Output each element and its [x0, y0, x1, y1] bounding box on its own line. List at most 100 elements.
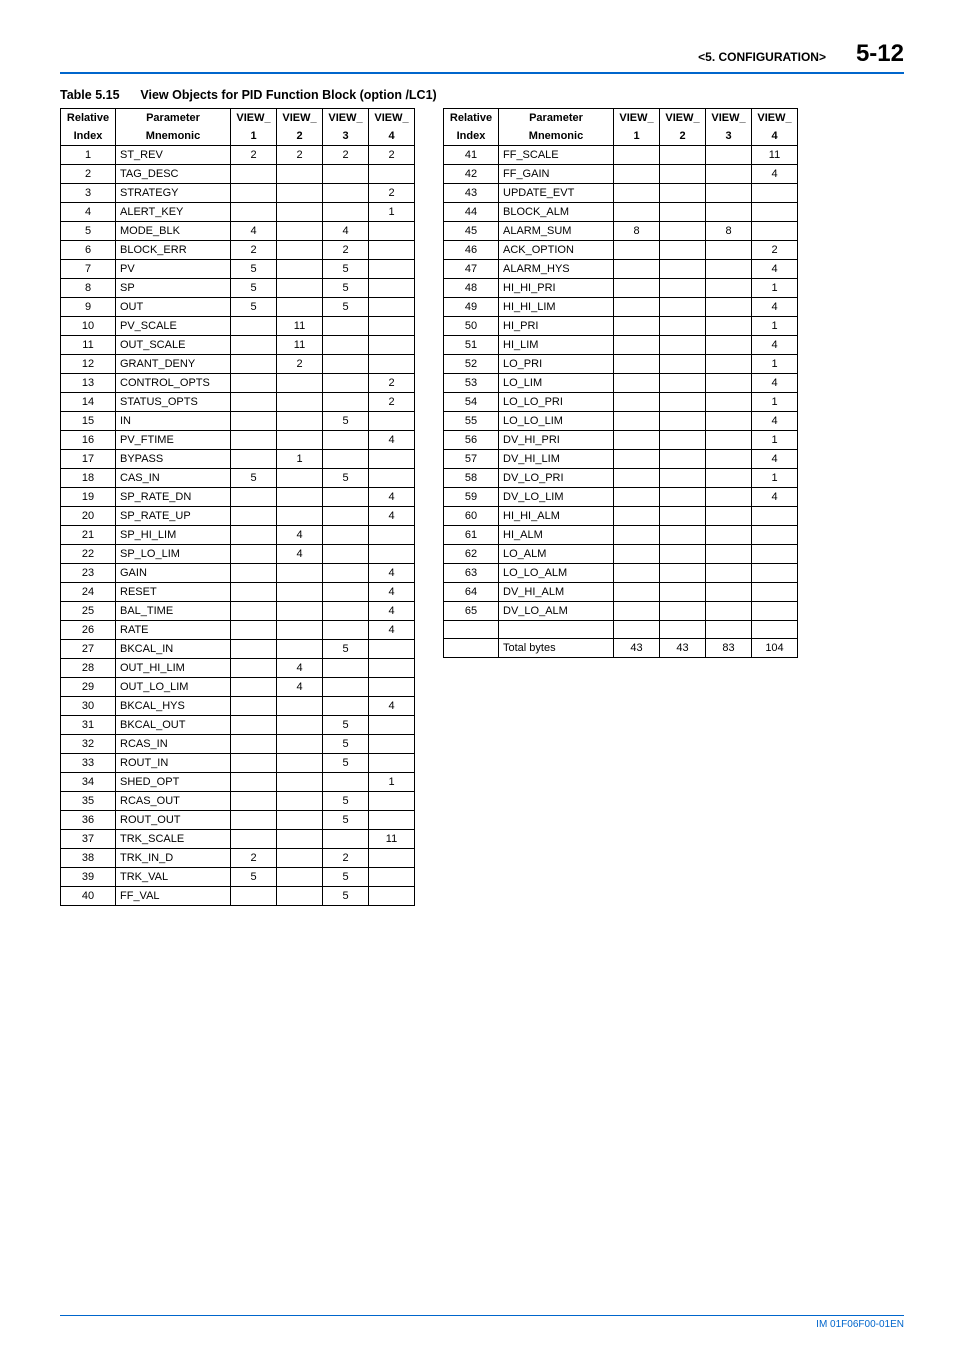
table-row: 48HI_HI_PRI1	[444, 279, 798, 298]
cell-relative-index: 4	[61, 203, 116, 222]
cell-relative-index: 9	[61, 298, 116, 317]
cell-view-3	[323, 488, 369, 507]
table-row: 39TRK_VAL55	[61, 868, 415, 887]
table-row: 50HI_PRI1	[444, 317, 798, 336]
cell-view-1	[614, 488, 660, 507]
cell-view-1	[614, 469, 660, 488]
cell-view-3	[323, 336, 369, 355]
cell-view-2	[660, 526, 706, 545]
cell-view-1	[231, 526, 277, 545]
cell-view-4: 1	[752, 469, 798, 488]
cell-relative-index: 47	[444, 260, 499, 279]
cell-view-4	[369, 469, 415, 488]
cell-view-3	[323, 184, 369, 203]
cell-parameter-mnemonic: ALARM_SUM	[499, 222, 614, 241]
cell-view-1	[231, 545, 277, 564]
cell-view-4	[752, 602, 798, 621]
cell-view-3: 5	[323, 469, 369, 488]
cell-view-3	[323, 431, 369, 450]
cell-parameter-mnemonic: HI_ALM	[499, 526, 614, 545]
cell-view-1	[231, 811, 277, 830]
cell-view-1	[614, 564, 660, 583]
cell-view-4: 4	[369, 583, 415, 602]
cell-view-1	[614, 184, 660, 203]
cell-view-4	[369, 678, 415, 697]
cell-view-1	[231, 374, 277, 393]
cell-view-3: 2	[323, 146, 369, 165]
cell-view-2	[277, 868, 323, 887]
cell-relative-index: 15	[61, 412, 116, 431]
cell-view-1	[614, 412, 660, 431]
cell-parameter-mnemonic: ROUT_OUT	[116, 811, 231, 830]
cell-view-1	[231, 887, 277, 906]
cell-relative-index: 16	[61, 431, 116, 450]
cell-parameter-mnemonic: UPDATE_EVT	[499, 184, 614, 203]
cell-parameter-mnemonic: ALERT_KEY	[116, 203, 231, 222]
cell-parameter-mnemonic: OUT_SCALE	[116, 336, 231, 355]
cell-parameter-mnemonic: HI_LIM	[499, 336, 614, 355]
cell-view-1	[614, 317, 660, 336]
col-parameter-mnemonic: Mnemonic	[116, 127, 231, 146]
cell-relative-index: 26	[61, 621, 116, 640]
cell-relative-index: 62	[444, 545, 499, 564]
cell-view-1	[614, 526, 660, 545]
table-row: 7PV55	[61, 260, 415, 279]
cell-relative-index: 38	[61, 849, 116, 868]
cell-view-2	[277, 716, 323, 735]
cell-view-2	[277, 412, 323, 431]
cell-parameter-mnemonic: RCAS_IN	[116, 735, 231, 754]
cell-view-4	[369, 336, 415, 355]
cell-view-2: 2	[277, 355, 323, 374]
cell-relative-index: 63	[444, 564, 499, 583]
cell-relative-index: 41	[444, 146, 499, 165]
col-relative-index: Relative	[61, 109, 116, 128]
cell-view-4	[752, 222, 798, 241]
cell-view-1	[614, 393, 660, 412]
table-row: 14STATUS_OPTS2	[61, 393, 415, 412]
cell-view-2	[277, 697, 323, 716]
cell-view-1: 4	[231, 222, 277, 241]
cell-view-2	[660, 412, 706, 431]
cell-parameter-mnemonic: TRK_SCALE	[116, 830, 231, 849]
cell-view-2	[277, 222, 323, 241]
cell-parameter-mnemonic: RATE	[116, 621, 231, 640]
cell-view-3: 5	[323, 792, 369, 811]
cell-view-2	[277, 583, 323, 602]
cell-view-2	[277, 830, 323, 849]
col-parameter-mnemonic: Mnemonic	[499, 127, 614, 146]
cell-parameter-mnemonic: BLOCK_ERR	[116, 241, 231, 260]
col-view-4: VIEW_	[752, 109, 798, 128]
col-view-1: 1	[614, 127, 660, 146]
cell-view-4: 11	[752, 146, 798, 165]
table-row: 20SP_RATE_UP4	[61, 507, 415, 526]
table-row: 1ST_REV2222	[61, 146, 415, 165]
table-row: 58DV_LO_PRI1	[444, 469, 798, 488]
cell-relative-index: 10	[61, 317, 116, 336]
cell-relative-index: 18	[61, 469, 116, 488]
cell-view-3	[706, 488, 752, 507]
table-row: 16PV_FTIME4	[61, 431, 415, 450]
cell-view-2	[277, 564, 323, 583]
col-view-2: 2	[277, 127, 323, 146]
cell-parameter-mnemonic: MODE_BLK	[116, 222, 231, 241]
col-relative-index: Index	[444, 127, 499, 146]
table-row: 36ROUT_OUT5	[61, 811, 415, 830]
cell-view-1: 8	[614, 222, 660, 241]
cell-view-2	[660, 602, 706, 621]
cell-view-4	[369, 640, 415, 659]
cell-view-2	[277, 507, 323, 526]
cell-relative-index: 21	[61, 526, 116, 545]
cell-relative-index: 60	[444, 507, 499, 526]
cell-relative-index: 27	[61, 640, 116, 659]
cell-relative-index: 7	[61, 260, 116, 279]
table-row: 8SP55	[61, 279, 415, 298]
cell-view-3	[706, 336, 752, 355]
cell-view-3	[323, 393, 369, 412]
cell-parameter-mnemonic: IN	[116, 412, 231, 431]
cell-view-2	[660, 583, 706, 602]
cell-parameter-mnemonic: HI_PRI	[499, 317, 614, 336]
col-view-3: 3	[706, 127, 752, 146]
cell-view-3: 83	[706, 639, 752, 658]
table-row: 15IN5	[61, 412, 415, 431]
cell-view-2	[277, 393, 323, 412]
